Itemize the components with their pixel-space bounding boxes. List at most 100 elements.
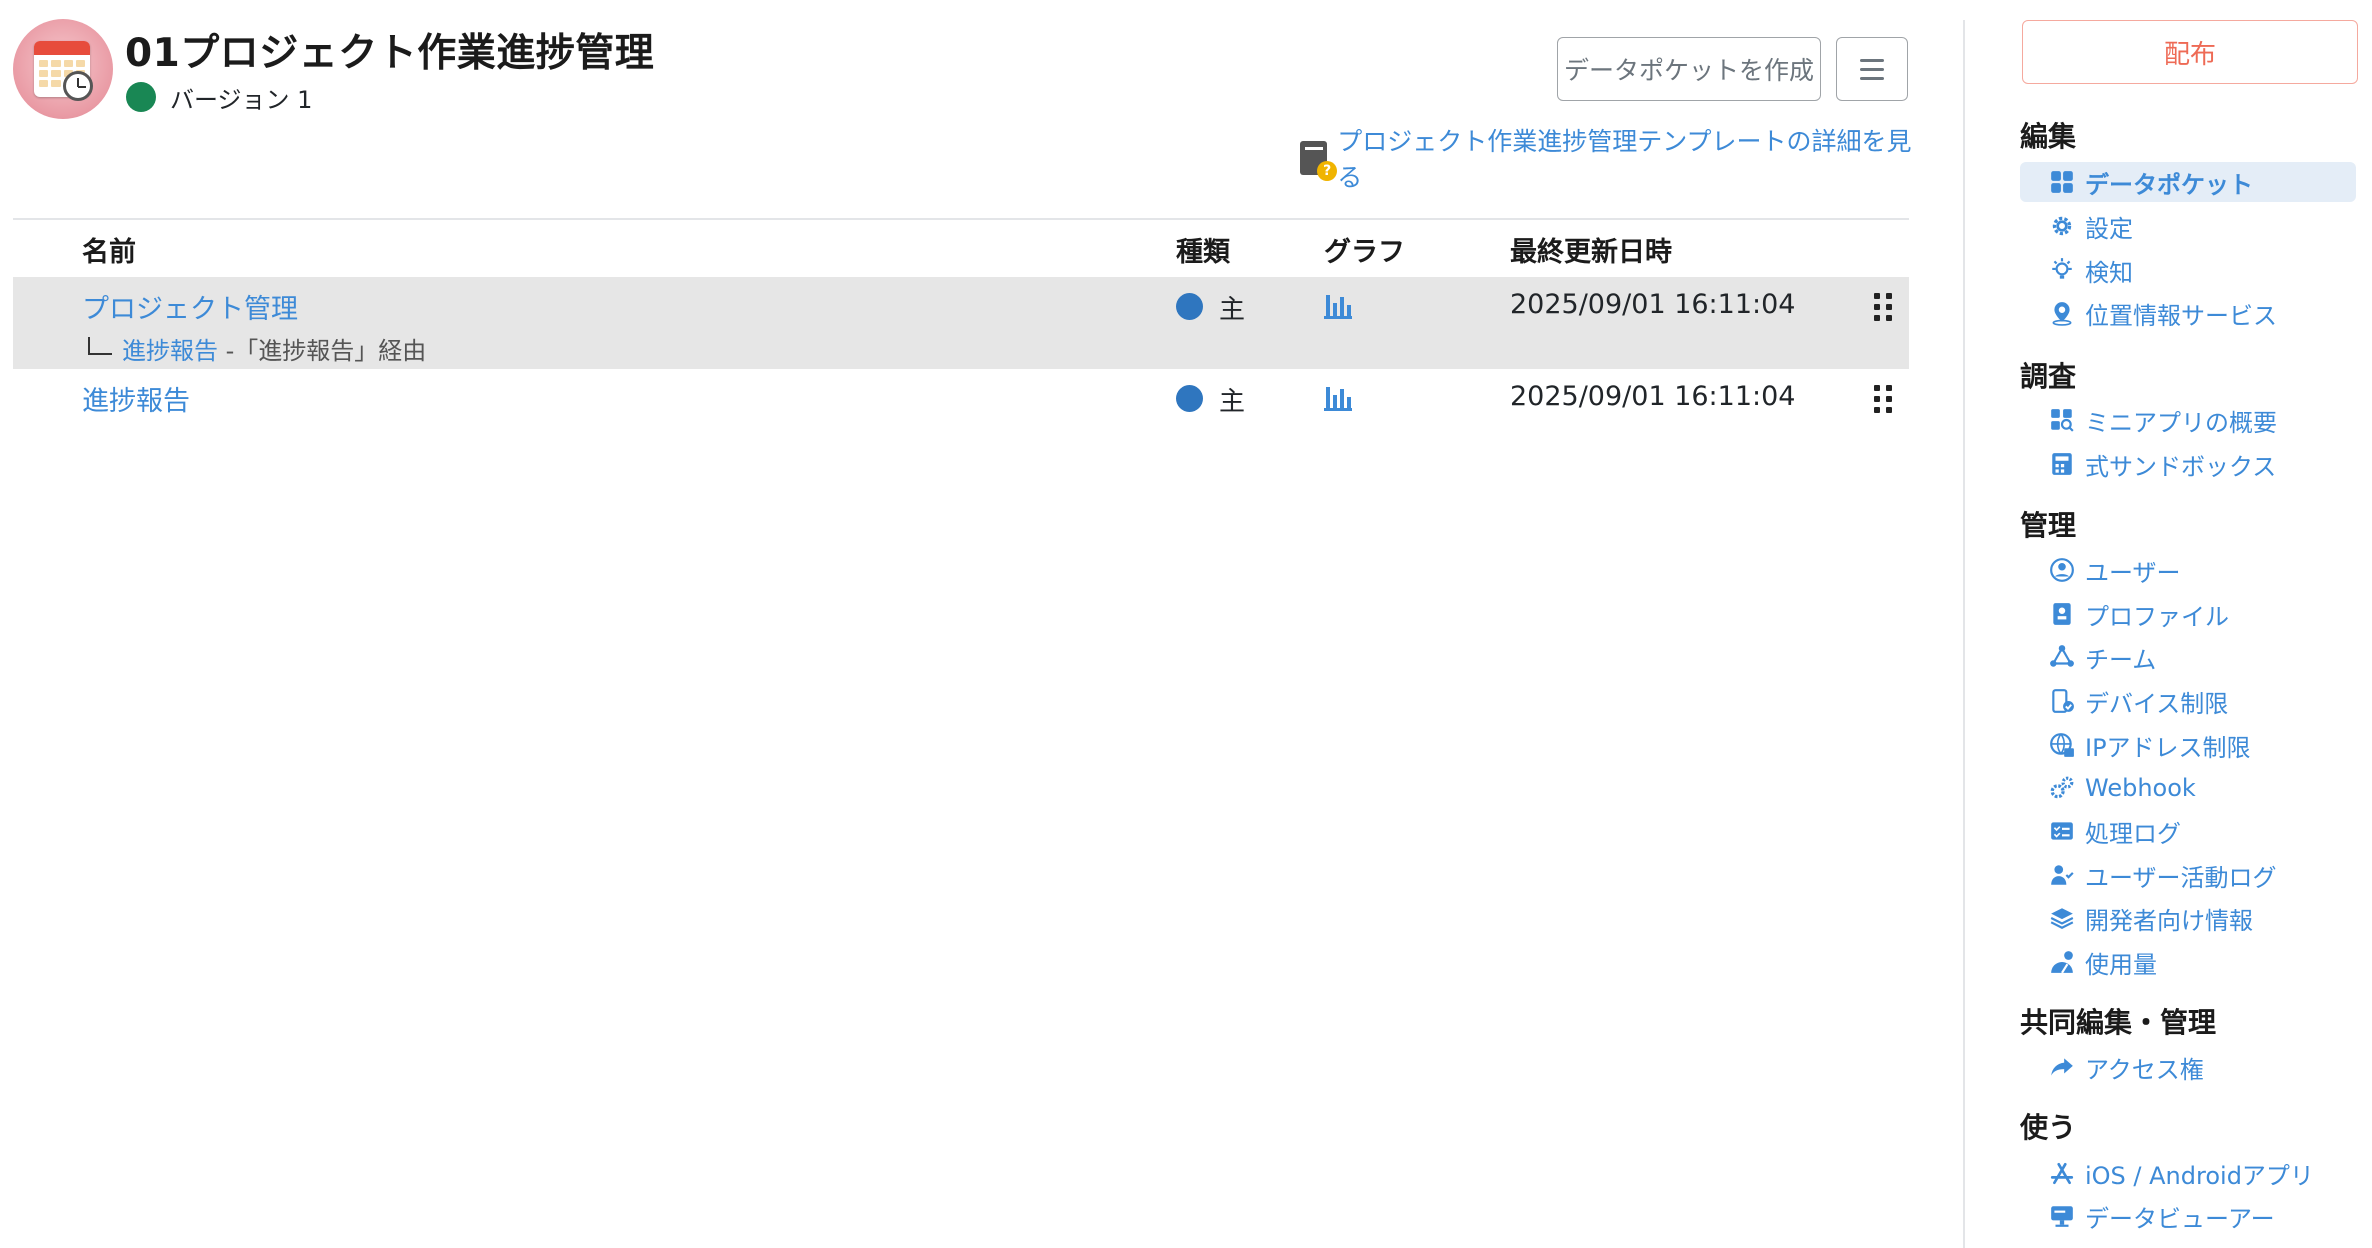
hamburger-icon (1860, 58, 1884, 62)
sidebar-item-label: チーム (2085, 645, 2157, 674)
sidebar-item-label: ミニアプリの概要 (2085, 408, 2277, 437)
sidebar-item-label: 開発者向け情報 (2085, 906, 2253, 935)
sidebar-item-label: デバイス制限 (2085, 689, 2229, 718)
version-status-dot (126, 82, 156, 112)
drag-handle-icon[interactable] (1874, 293, 1892, 321)
layers-icon (2047, 903, 2077, 933)
grid-search-icon (2047, 405, 2077, 435)
book-help-icon: ? (1300, 141, 1338, 181)
monitor-icon (2047, 1201, 2077, 1231)
sidebar-item-user-activity-log[interactable]: ユーザー活動ログ (2020, 855, 2356, 895)
table-row[interactable]: 進捗報告 主 2025/09/01 16:11:04 (13, 369, 1909, 429)
sidebar-section-title: 管理 (2020, 509, 2077, 542)
col-header-updated: 最終更新日時 (1510, 237, 1672, 268)
globe-lock-icon (2047, 730, 2077, 760)
updated-date: 2025/09/01 16:11:04 (1510, 381, 1796, 412)
bulb-icon (2047, 255, 2077, 285)
sidebar-item-miniapp-overview[interactable]: ミニアプリの概要 (2020, 400, 2356, 440)
sidebar-item-label: 位置情報サービス (2085, 301, 2277, 330)
kind-label: 主 (1219, 387, 1246, 417)
device-check-icon (2047, 686, 2077, 716)
template-details-label: プロジェクト作業進捗管理テンプレートの詳細を見る (1337, 127, 1912, 192)
user-activity-icon (2047, 860, 2077, 890)
log-icon (2047, 816, 2077, 846)
bar-chart-icon[interactable] (1324, 291, 1352, 319)
gear-icon (2047, 211, 2077, 241)
table-row[interactable]: プロジェクト管理 進捗報告 -「進捗報告」経由 主 2025/09/01 16:… (13, 277, 1909, 369)
sidebar-item-formula-sandbox[interactable]: 式サンドボックス (2020, 444, 2356, 484)
profile-card-icon (2047, 599, 2077, 629)
col-header-kind: 種類 (1176, 237, 1230, 268)
sidebar-section-title: 使う (2020, 1111, 2077, 1144)
sidebar-item-label: 処理ログ (2085, 819, 2181, 848)
sidebar-item-label: 検知 (2085, 258, 2133, 287)
gears-icon (2047, 773, 2077, 803)
kind-label: 主 (1219, 295, 1246, 325)
calculator-icon (2047, 449, 2077, 479)
location-icon (2047, 298, 2077, 328)
sidebar-item-usage[interactable]: 使用量 (2020, 942, 2356, 982)
sidebar-item-label: IPアドレス制限 (2085, 733, 2251, 762)
sidebar: 配布 編集 データポケット 設定 検知 位置情報サービス 調査 ミニアプリの概要… (2020, 0, 2372, 1248)
sidebar-divider (1963, 20, 1965, 1248)
kind-dot (1176, 385, 1203, 412)
clock-icon (63, 71, 93, 101)
row-sub-suffix: -「進捗報告」経由 (218, 337, 427, 365)
sidebar-item-profile[interactable]: プロファイル (2020, 594, 2356, 634)
sidebar-item-label: 使用量 (2085, 950, 2157, 979)
sidebar-item-label: アクセス権 (2085, 1055, 2204, 1084)
sidebar-section-title: 調査 (2020, 360, 2077, 393)
sidebar-item-label: ユーザー活動ログ (2085, 863, 2277, 892)
sidebar-item-label: Webhook (2085, 774, 2196, 802)
divider (13, 218, 1909, 220)
sidebar-item-label: プロファイル (2085, 602, 2229, 631)
sidebar-item-device-restriction[interactable]: デバイス制限 (2020, 681, 2356, 721)
bar-chart-icon[interactable] (1324, 383, 1352, 411)
main-panel: 01プロジェクト作業進捗管理 バージョン 1 データポケットを作成 ? プロジェ… (0, 0, 1920, 1248)
sidebar-item-label: ユーザー (2085, 558, 2181, 587)
sidebar-item-data-viewer[interactable]: データビューアー (2020, 1196, 2356, 1236)
app-store-icon (2047, 1158, 2077, 1188)
sidebar-item-detection[interactable]: 検知 (2020, 250, 2356, 290)
sidebar-section-title: 編集 (2020, 120, 2077, 153)
sidebar-item-label: データポケット (2085, 170, 2253, 199)
col-header-graph: グラフ (1324, 237, 1405, 268)
sidebar-item-developer-info[interactable]: 開発者向け情報 (2020, 898, 2356, 938)
page-title: 01プロジェクト作業進捗管理 (125, 31, 655, 76)
sidebar-item-location[interactable]: 位置情報サービス (2020, 293, 2356, 333)
sidebar-item-access-rights[interactable]: アクセス権 (2020, 1047, 2356, 1087)
sidebar-item-settings[interactable]: 設定 (2020, 206, 2356, 246)
usage-icon (2047, 947, 2077, 977)
menu-button[interactable] (1836, 37, 1908, 101)
sidebar-item-mobile-app[interactable]: iOS / Androidアプリ (2020, 1153, 2356, 1193)
updated-date: 2025/09/01 16:11:04 (1510, 289, 1796, 320)
share-icon (2047, 1052, 2077, 1082)
kind-dot (1176, 293, 1203, 320)
sidebar-item-users[interactable]: ユーザー (2020, 550, 2356, 590)
team-icon (2047, 642, 2077, 672)
template-details-link[interactable]: ? プロジェクト作業進捗管理テンプレートの詳細を見る (1300, 127, 1920, 192)
col-header-name: 名前 (82, 237, 136, 268)
row-sub-link[interactable]: 進捗報告 (122, 337, 218, 365)
sidebar-section-title: 共同編集・管理 (2020, 1006, 2217, 1039)
sidebar-item-process-log[interactable]: 処理ログ (2020, 811, 2356, 851)
drag-handle-icon[interactable] (1874, 385, 1892, 413)
sidebar-item-webhook[interactable]: Webhook (2020, 768, 2356, 808)
grid-icon (2047, 167, 2077, 197)
row-name-link[interactable]: 進捗報告 (82, 379, 190, 418)
row-name-link[interactable]: プロジェクト管理 (82, 287, 298, 326)
sidebar-item-label: データビューアー (2085, 1204, 2275, 1233)
create-datapocket-button[interactable]: データポケットを作成 (1557, 37, 1821, 101)
app-icon (13, 19, 113, 119)
deploy-button[interactable]: 配布 (2022, 20, 2358, 84)
sidebar-item-label: 設定 (2085, 214, 2133, 243)
sidebar-item-ip-restriction[interactable]: IPアドレス制限 (2020, 725, 2356, 765)
version-label: バージョン 1 (170, 86, 313, 114)
sidebar-item-datapocket[interactable]: データポケット (2020, 162, 2356, 202)
subdirectory-arrow-icon (88, 337, 112, 355)
sidebar-item-label: iOS / Androidアプリ (2085, 1161, 2314, 1190)
sidebar-item-label: 式サンドボックス (2085, 452, 2277, 481)
sidebar-item-team[interactable]: チーム (2020, 637, 2356, 677)
user-circle-icon (2047, 555, 2077, 585)
row-sub-info: 進捗報告 -「進捗報告」経由 (88, 331, 426, 366)
